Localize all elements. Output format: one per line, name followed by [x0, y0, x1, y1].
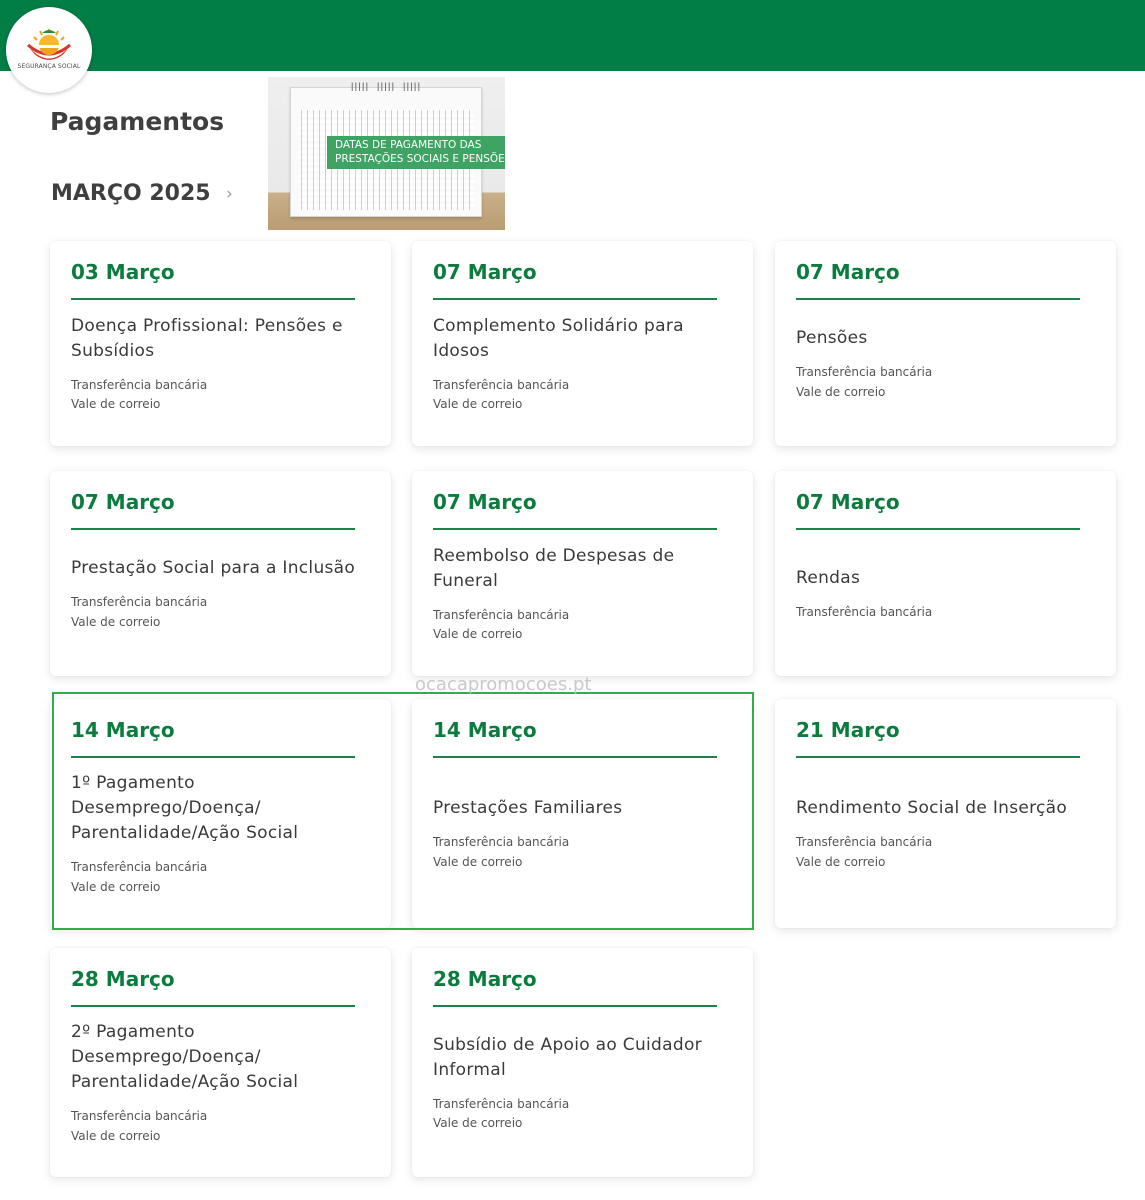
benefit-title: Subsídio de Apoio ao Cuidador Informal: [433, 1034, 702, 1080]
card-body: 2º Pagamento Desemprego/Doença/ Parental…: [71, 1007, 361, 1159]
payment-date: 07 Março: [796, 260, 900, 284]
logo[interactable]: SEGURANÇA SOCIAL: [6, 7, 92, 93]
card-body: Complemento Solidário para Idosos Transfe…: [433, 300, 723, 428]
card-body: Pensões Transferência bancária Vale de cor…: [796, 300, 1086, 428]
logo-text: SEGURANÇA SOCIAL: [17, 63, 81, 70]
payment-method: Transferência bancária: [796, 604, 933, 619]
payment-date: 28 Março: [71, 967, 175, 991]
card-body: Rendas Transferência bancária: [796, 530, 1086, 658]
card-body: Prestações Familiares Transferência bancá…: [433, 758, 723, 910]
payment-method: Vale de correio: [71, 1128, 161, 1143]
payment-card[interactable]: 28 Março Subsídio de Apoio ao Cuidador In…: [412, 948, 753, 1177]
page-title: Pagamentos: [50, 107, 225, 136]
benefit-title: Complemento Solidário para Idosos: [433, 315, 684, 361]
payment-method: Transferência bancária: [71, 377, 208, 392]
card-body: Subsídio de Apoio ao Cuidador Informal Tr…: [433, 1007, 723, 1159]
month-selector[interactable]: MARÇO 2025: [51, 181, 211, 206]
payment-methods: Transferência bancária Vale de correio: [433, 1095, 723, 1134]
payment-card[interactable]: 07 Março Prestação Social para a Inclusão…: [50, 471, 391, 676]
card-body: Reembolso de Despesas de Funeral Transfer…: [433, 530, 723, 658]
payment-method: Transferência bancária: [796, 835, 933, 849]
payment-method: Transferência bancária: [71, 595, 208, 609]
payment-method: Vale de correio: [433, 397, 523, 411]
payment-date: 03 Março: [71, 260, 175, 284]
payment-date: 14 Março: [433, 718, 537, 742]
benefit-title: 1º Pagamento Desemprego/Doença/ Parental…: [71, 773, 299, 843]
chevron-right-icon[interactable]: ›: [226, 184, 233, 204]
payment-card[interactable]: 07 Março Rendas Transferência bancária: [775, 471, 1116, 676]
payment-methods: Transferência bancária Vale de correio: [71, 858, 361, 897]
payment-card[interactable]: 14 Março Prestações Familiares Transferênc…: [412, 699, 753, 928]
payment-method: Transferência bancária: [433, 377, 570, 392]
payment-date: 21 Março: [796, 718, 900, 742]
payment-method: Transferência bancária: [796, 365, 933, 379]
payment-method: Transferência bancária: [433, 1096, 570, 1111]
payment-method: Vale de correio: [433, 1116, 523, 1130]
payment-method: Transferência bancária: [433, 835, 570, 849]
card-body: Prestação Social para a Inclusão Transfer…: [71, 530, 361, 658]
payment-card[interactable]: 28 Março 2º Pagamento Desemprego/Doença/ …: [50, 948, 391, 1177]
calendar-banner[interactable]: ǀǀǀǀǀ ǀǀǀǀǀ ǀǀǀǀǀ DATAS DE PAGAMENTO DAS…: [268, 77, 505, 230]
payment-methods: Transferência bancária Vale de correio: [796, 833, 1086, 872]
payment-methods: Transferência bancária Vale de correio: [433, 833, 723, 872]
payment-card[interactable]: 03 Março Doença Profissional: Pensões e S…: [50, 241, 391, 446]
payment-date: 07 Março: [71, 490, 175, 514]
payment-method: Vale de correio: [71, 397, 161, 411]
payment-date: 28 Março: [433, 967, 537, 991]
payment-method: Vale de correio: [433, 627, 523, 641]
benefit-title: Rendimento Social de Inserção: [796, 798, 1068, 818]
card-body: Rendimento Social de Inserção Transferênc…: [796, 758, 1086, 910]
payment-methods: Transferência bancária Vale de correio: [433, 606, 723, 645]
payment-methods: Transferência bancária Vale de correio: [796, 363, 1086, 402]
payment-card[interactable]: 07 Março Reembolso de Despesas de Funeral…: [412, 471, 753, 676]
payment-card[interactable]: 14 Março 1º Pagamento Desemprego/Doença/ …: [50, 699, 391, 928]
calendar-rings-icon: ǀǀǀǀǀ ǀǀǀǀǀ ǀǀǀǀǀ: [350, 82, 422, 92]
payment-method: Transferência bancária: [71, 1109, 208, 1123]
benefit-title: Pensões: [796, 328, 868, 348]
benefit-title: Reembolso de Despesas de Funeral: [433, 545, 675, 591]
payment-methods: Transferência bancária Vale de correio: [71, 1107, 361, 1146]
payment-card[interactable]: 07 Março Complemento Solidário para Idoso…: [412, 241, 753, 446]
payment-method: Transferência bancária: [433, 607, 570, 622]
benefit-title: Prestação Social para a Inclusão: [71, 558, 356, 578]
card-body: 1º Pagamento Desemprego/Doença/ Parental…: [71, 758, 361, 910]
payment-date: 07 Março: [433, 260, 537, 284]
top-bar: [0, 0, 1145, 71]
benefit-title: Prestações Familiares: [433, 798, 623, 818]
payment-method: Vale de correio: [796, 854, 886, 869]
card-body: Doença Profissional: Pensões e Subsídios…: [71, 300, 361, 428]
payment-card[interactable]: 07 Março Pensões Transferência bancária Val…: [775, 241, 1116, 446]
benefit-title: 2º Pagamento Desemprego/Doença/ Parental…: [71, 1022, 299, 1092]
sun-logo-icon: [27, 29, 71, 60]
payment-date: 07 Março: [796, 490, 900, 514]
payment-methods: Transferência bancária Vale de correio: [71, 376, 361, 415]
payment-methods: Transferência bancária: [796, 603, 1086, 623]
payment-date: 07 Março: [433, 490, 537, 514]
payment-date: 14 Março: [71, 718, 175, 742]
payment-card[interactable]: 21 Março Rendimento Social de Inserção Tra…: [775, 699, 1116, 928]
payment-methods: Transferência bancária Vale de correio: [433, 376, 723, 415]
payment-method: Vale de correio: [433, 854, 523, 869]
payment-method: Vale de correio: [71, 614, 161, 629]
watermark: ocacapromocoes.pt: [415, 674, 592, 695]
benefit-title: Doença Profissional: Pensões e Subsídios: [71, 315, 343, 361]
payment-method: Vale de correio: [71, 879, 161, 894]
banner-label: DATAS DE PAGAMENTO DAS PRESTAÇÕES SOCIAI…: [327, 136, 505, 169]
payment-methods: Transferência bancária Vale de correio: [71, 593, 361, 632]
benefit-title: Rendas: [796, 567, 861, 588]
payment-method: Transferência bancária: [71, 860, 208, 874]
payment-method: Vale de correio: [796, 384, 886, 399]
